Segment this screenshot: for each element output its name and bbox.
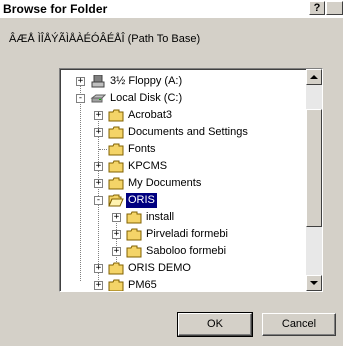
expand-icon[interactable]: + xyxy=(112,230,121,239)
scroll-up-button[interactable] xyxy=(306,69,322,85)
expand-icon[interactable]: + xyxy=(94,128,103,137)
hard-drive-icon xyxy=(90,92,107,105)
collapse-icon[interactable]: - xyxy=(76,94,85,103)
tree-item-label: ORIS DEMO xyxy=(128,262,191,274)
folder-icon xyxy=(108,109,124,122)
floppy-drive-icon xyxy=(90,74,106,88)
expand-icon[interactable]: + xyxy=(94,281,103,290)
folder-icon xyxy=(126,228,142,241)
expand-icon[interactable]: + xyxy=(94,162,103,171)
tree-item-label: ORIS xyxy=(125,192,158,209)
tree-item[interactable]: + KPCMS xyxy=(60,158,300,175)
folder-icon xyxy=(108,262,124,275)
folder-icon xyxy=(126,211,142,224)
title-bar[interactable]: Browse for Folder ? x xyxy=(0,0,343,18)
tree-item[interactable]: Fonts xyxy=(60,141,300,158)
tree-item[interactable]: + Pirveladi formebi xyxy=(60,226,300,243)
folder-icon xyxy=(108,279,124,291)
tree-item-label: KPCMS xyxy=(128,160,168,172)
expand-icon[interactable]: + xyxy=(112,247,121,256)
expand-icon[interactable]: + xyxy=(94,264,103,273)
help-button[interactable]: ? xyxy=(309,1,325,15)
open-folder-icon xyxy=(108,194,124,207)
arrow-down-icon xyxy=(310,281,318,285)
folder-icon xyxy=(108,160,124,173)
ok-button[interactable]: OK xyxy=(177,312,253,337)
vertical-scrollbar[interactable] xyxy=(306,69,322,291)
tree-item-label: Local Disk (C:) xyxy=(110,92,183,104)
tree-item[interactable]: - Local Disk (C:) xyxy=(60,90,300,107)
expand-icon[interactable]: + xyxy=(94,179,103,188)
tree-item[interactable]: +3½ Floppy (A:) xyxy=(60,73,300,90)
tree-line xyxy=(99,149,107,150)
cancel-button[interactable]: Cancel xyxy=(262,313,336,336)
close-button[interactable]: x xyxy=(326,1,343,15)
tree-item[interactable]: + ORIS DEMO xyxy=(60,260,300,277)
expand-icon[interactable]: + xyxy=(112,213,121,222)
tree-item-label: My Documents xyxy=(128,177,202,189)
folder-icon xyxy=(108,143,124,156)
folder-icon xyxy=(108,126,124,139)
tree-item[interactable]: + install xyxy=(60,209,300,226)
scroll-down-button[interactable] xyxy=(306,275,322,291)
tree-item-label: PM65 xyxy=(128,279,157,291)
arrow-up-icon xyxy=(310,75,318,79)
folder-tree[interactable]: +3½ Floppy (A:) - Local Disk (C:) + Acrobat3… xyxy=(59,68,323,292)
tree-item-label: Saboloo formebi xyxy=(146,245,227,257)
tree-item-label: Documents and Settings xyxy=(128,126,248,138)
tree-item[interactable]: + Acrobat3 xyxy=(60,107,300,124)
tree-item-label: install xyxy=(146,211,175,223)
tree-item-label: Fonts xyxy=(128,143,156,155)
tree-item[interactable]: + Saboloo formebi xyxy=(60,243,300,260)
collapse-icon[interactable]: - xyxy=(94,196,103,205)
folder-icon xyxy=(108,177,124,190)
tree-item[interactable]: + My Documents xyxy=(60,175,300,192)
tree-item[interactable]: + Documents and Settings xyxy=(60,124,300,141)
tree-item-label: Pirveladi formebi xyxy=(146,228,228,240)
browse-for-folder-dialog: Browse for Folder ? x ÂÆÅ ÌÎÅÝÃÌÅÀÉÓÂÉÅÎ… xyxy=(0,0,343,346)
scrollbar-thumb[interactable] xyxy=(306,109,322,227)
expand-icon[interactable]: + xyxy=(94,111,103,120)
expand-icon[interactable]: + xyxy=(76,77,85,86)
dialog-prompt: ÂÆÅ ÌÎÅÝÃÌÅÀÉÓÂÉÅÎ (Path To Base) xyxy=(9,33,201,45)
tree-item[interactable]: - ORIS xyxy=(60,192,300,209)
folder-icon xyxy=(126,245,142,258)
tree-item-label: 3½ Floppy (A:) xyxy=(110,75,183,87)
tree-item-label: Acrobat3 xyxy=(128,109,173,121)
tree-item[interactable]: + PM65 xyxy=(60,277,300,291)
dialog-title: Browse for Folder xyxy=(3,2,108,16)
